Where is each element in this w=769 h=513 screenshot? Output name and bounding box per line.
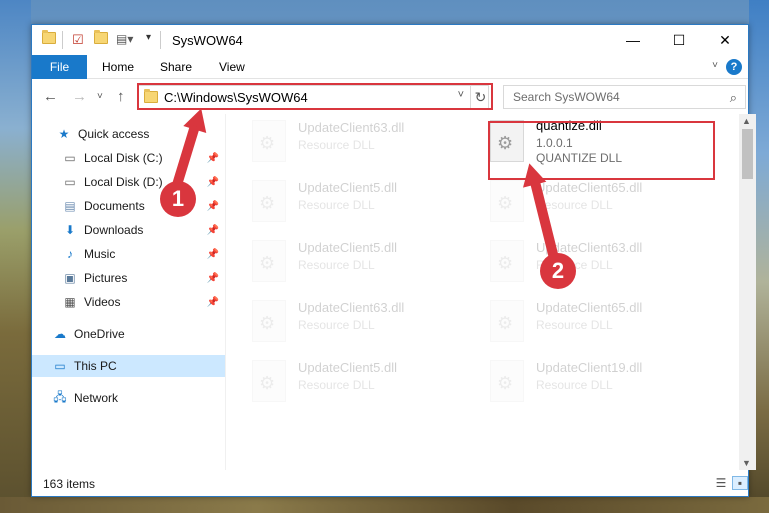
drive-icon: ▭ (64, 175, 76, 189)
list-item[interactable]: UpdateClient63.dll Resource DLL (226, 294, 456, 352)
list-item[interactable]: UpdateClient65.dll Resource DLL (464, 174, 694, 232)
dll-file-icon (252, 180, 286, 222)
dll-file-icon (252, 300, 286, 342)
sidebar-item-onedrive[interactable]: ☁ OneDrive (32, 323, 225, 345)
forward-button[interactable]: → (72, 88, 87, 105)
title-bar: ☑ ▤▾ ▾ SysWOW64 — ☐ ✕ (32, 25, 748, 55)
search-input[interactable]: Search SysWOW64 ⌕ (503, 85, 746, 109)
computer-icon: ▭ (54, 359, 66, 373)
search-placeholder: Search SysWOW64 (513, 90, 620, 104)
list-item[interactable]: UpdateClient63.dll Resource DLL (464, 234, 694, 292)
sidebar-item-pictures[interactable]: ▣ Pictures 📌 (32, 267, 225, 289)
sidebar-item-local-disk-d[interactable]: ▭ Local Disk (D:) 📌 (32, 171, 225, 193)
quick-access-toolbar-icon[interactable]: ▤▾ (116, 32, 133, 46)
navigation-pane: ★ Quick access ▭ Local Disk (C:) 📌 ▭ Loc… (32, 121, 225, 471)
recent-locations-button[interactable]: ˅ (97, 91, 103, 102)
list-item[interactable]: UpdateClient63.dll Resource DLL (226, 114, 456, 172)
pin-icon: 📌 (206, 248, 219, 260)
customize-toolbar-icon[interactable]: ▾ (146, 32, 151, 43)
search-icon: ⌕ (729, 90, 737, 105)
scroll-up-icon[interactable]: ▲ (742, 116, 751, 126)
pin-icon: 📌 (206, 224, 219, 236)
pin-icon: 📌 (206, 296, 219, 308)
sidebar-item-documents[interactable]: ▤ Documents 📌 (32, 195, 225, 217)
pin-icon: 📌 (206, 200, 219, 212)
sidebar-item-label: Documents (84, 199, 145, 213)
sidebar-item-local-disk-c[interactable]: ▭ Local Disk (C:) 📌 (32, 147, 225, 169)
desktop-background-bottom (0, 497, 769, 513)
sidebar-item-downloads[interactable]: ⬇ Downloads 📌 (32, 219, 225, 241)
details-view-icon[interactable]: ☰ (713, 476, 729, 490)
ribbon-tabs: File Home Share View ˅ ? (32, 55, 748, 79)
tab-view[interactable]: View (219, 55, 245, 79)
desktop-background-left (0, 0, 31, 513)
sidebar-item-label: Downloads (84, 223, 144, 237)
drive-icon: ▭ (64, 151, 76, 165)
dll-file-icon (490, 240, 524, 282)
sidebar-item-label: OneDrive (74, 327, 125, 341)
tab-home[interactable]: Home (102, 55, 134, 79)
folder-icon (42, 30, 56, 44)
cloud-icon: ☁ (54, 327, 66, 341)
up-button[interactable]: ↑ (117, 88, 125, 105)
pin-icon: 📌 (206, 272, 219, 284)
dll-file-icon (490, 300, 524, 342)
large-icons-view-icon[interactable]: ▪ (732, 476, 748, 490)
tab-file[interactable]: File (32, 55, 87, 79)
status-bar: 163 items ☰ ▪ (32, 471, 748, 496)
tab-share[interactable]: Share (160, 55, 192, 79)
sidebar-item-label: Music (84, 247, 116, 261)
sidebar-item-music[interactable]: ♪ Music 📌 (32, 243, 225, 265)
sidebar-item-network[interactable]: 🖧 Network (32, 387, 225, 409)
videos-icon: ▦ (64, 295, 76, 309)
documents-icon: ▤ (64, 199, 76, 213)
dll-file-icon (490, 360, 524, 402)
vertical-scrollbar[interactable]: ▲ ▼ (739, 114, 756, 470)
sidebar-item-label: Network (74, 391, 119, 405)
sidebar-item-label: This PC (74, 359, 117, 373)
minimize-button[interactable]: — (610, 25, 656, 55)
new-folder-icon[interactable] (94, 30, 108, 44)
step-badge-1: 1 (160, 181, 196, 217)
expand-ribbon-icon[interactable]: ˅ (712, 60, 718, 71)
star-icon: ★ (58, 127, 70, 141)
download-icon: ⬇ (64, 223, 76, 237)
pin-icon: 📌 (206, 152, 219, 164)
pin-icon: 📌 (206, 176, 219, 188)
sidebar-item-label: Pictures (84, 271, 128, 285)
list-item[interactable]: UpdateClient65.dll Resource DLL (464, 294, 694, 352)
sidebar-item-label: Local Disk (D:) (84, 175, 163, 189)
list-item[interactable]: UpdateClient19.dll Resource DLL (464, 354, 694, 412)
sidebar-item-label: Local Disk (C:) (84, 151, 163, 165)
sidebar-item-this-pc[interactable]: ▭ This PC (32, 355, 225, 377)
list-item[interactable]: UpdateClient5.dll Resource DLL (226, 354, 456, 412)
maximize-button[interactable]: ☐ (656, 25, 702, 55)
sidebar-item-videos[interactable]: ▦ Videos 📌 (32, 291, 225, 313)
window-title: SysWOW64 (172, 33, 243, 48)
step-badge-2: 2 (540, 253, 576, 289)
scrollbar-thumb[interactable] (742, 129, 753, 179)
list-item[interactable]: UpdateClient5.dll Resource DLL (226, 234, 456, 292)
back-button[interactable]: ← (43, 88, 58, 105)
sidebar-item-label: Quick access (78, 127, 150, 141)
item-count: 163 items (43, 477, 96, 491)
pictures-icon: ▣ (64, 271, 76, 285)
dll-file-icon (252, 240, 286, 282)
list-item[interactable]: UpdateClient5.dll Resource DLL (226, 174, 456, 232)
help-icon[interactable]: ? (726, 59, 742, 75)
network-icon: 🖧 (53, 389, 67, 404)
music-icon: ♪ (67, 247, 73, 261)
scroll-down-icon[interactable]: ▼ (742, 458, 751, 468)
sidebar-item-label: Videos (84, 295, 121, 309)
dll-file-icon (490, 180, 524, 222)
close-button[interactable]: ✕ (702, 25, 748, 55)
dll-file-icon (252, 120, 286, 162)
properties-icon[interactable]: ☑ (72, 32, 84, 48)
dll-file-icon (252, 360, 286, 402)
